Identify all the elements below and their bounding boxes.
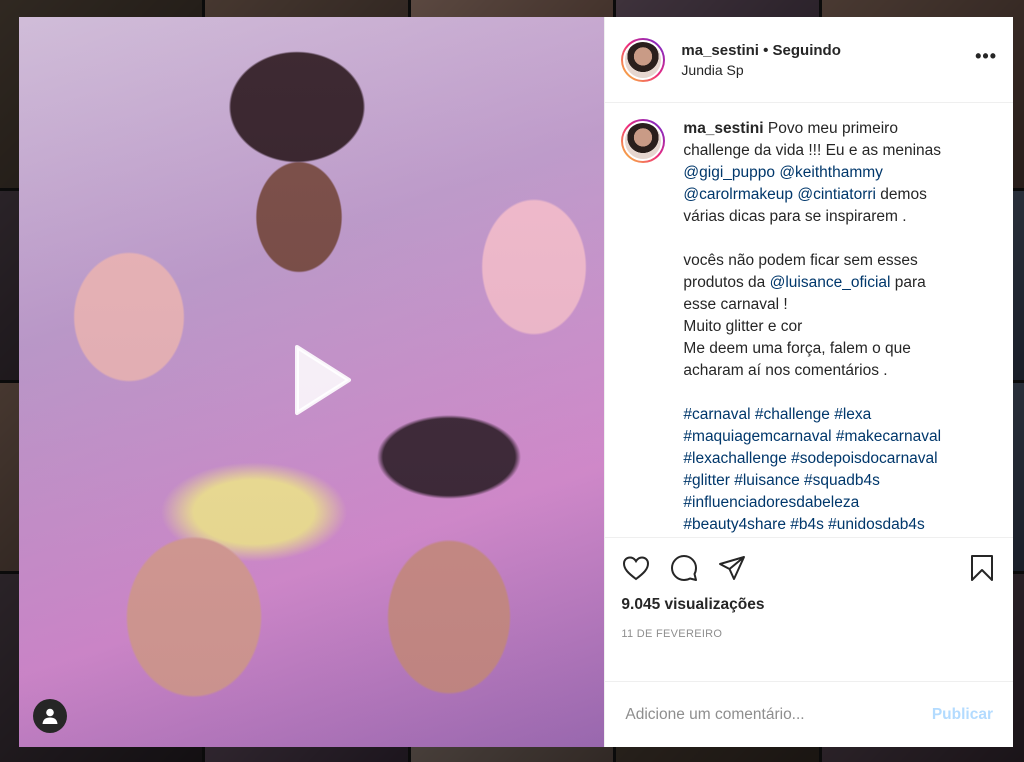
post-details-panel: ma_sestini • Seguindo Jundia Sp ••• ma_s…: [604, 17, 1013, 747]
header-title: ma_sestini • Seguindo: [681, 42, 975, 59]
user-icon: [42, 708, 58, 724]
share-button[interactable]: [717, 553, 747, 583]
comment-button[interactable]: [669, 553, 699, 583]
play-icon: [295, 345, 351, 415]
post-header: ma_sestini • Seguindo Jundia Sp •••: [605, 17, 1013, 103]
post-date[interactable]: 11 DE FEVEREIRO: [621, 628, 997, 640]
hashtag-line[interactable]: #glitter #luisance #squadb4s: [683, 470, 997, 492]
caption-text: challenge da vida !!! Eu e as meninas: [683, 142, 942, 159]
caption-text: vocês não podem ficar sem esses: [683, 252, 918, 269]
post-modal: ma_sestini • Seguindo Jundia Sp ••• ma_s…: [19, 17, 1013, 747]
post-comment-button[interactable]: Publicar: [932, 706, 993, 724]
caption-text: várias dicas para se inspirarem .: [683, 208, 907, 225]
caption-text: acharam aí nos comentários .: [683, 362, 888, 379]
caption-text: Me deem uma força, falem o que: [683, 340, 911, 357]
like-button[interactable]: [621, 553, 651, 583]
caption-area: ma_sestini Povo meu primeiro challenge d…: [605, 103, 1013, 537]
more-options-button[interactable]: •••: [975, 42, 997, 77]
hashtag-line[interactable]: #carnaval #challenge #lexa: [683, 404, 997, 426]
mention-link[interactable]: @gigi_puppo: [683, 164, 775, 181]
hashtag-line[interactable]: #lexachallenge #sodepoisdocarnaval: [683, 448, 997, 470]
mention-link[interactable]: @cintiatorri: [797, 186, 876, 203]
hashtag-line[interactable]: #maquiagemcarnaval #makecarnaval: [683, 426, 997, 448]
tagged-users-button[interactable]: [33, 699, 67, 733]
more-options-icon: •••: [975, 46, 997, 66]
action-icons: [621, 538, 997, 598]
caption-text: Povo meu primeiro: [767, 120, 898, 137]
share-icon: [719, 556, 746, 580]
post-caption: ma_sestini Povo meu primeiro challenge d…: [683, 118, 997, 537]
comment-icon: [671, 555, 698, 581]
caption-text: Muito glitter e cor: [683, 318, 803, 335]
caption-username[interactable]: ma_sestini: [683, 120, 763, 137]
play-button[interactable]: [275, 339, 357, 421]
caption-text: demos: [880, 186, 927, 203]
post-actions: 9.045 visualizações 11 DE FEVEREIRO Adic…: [605, 537, 1013, 747]
header-user-info: ma_sestini • Seguindo Jundia Sp: [681, 42, 975, 78]
bookmark-icon: [971, 555, 993, 581]
heart-icon: [623, 556, 650, 581]
comment-form: Adicione um comentário... Publicar: [605, 681, 1013, 747]
follow-status[interactable]: Seguindo: [773, 42, 841, 59]
mention-link[interactable]: @keiththammy: [779, 164, 883, 181]
hashtag-line[interactable]: #influenciadoresdabeleza: [683, 492, 997, 514]
comment-input[interactable]: Adicione um comentário...: [625, 706, 931, 724]
post-video[interactable]: [19, 17, 605, 747]
view-count[interactable]: 9.045 visualizações: [621, 596, 997, 614]
caption-text: produtos da: [683, 274, 766, 291]
caption-text: para: [894, 274, 926, 291]
header-username[interactable]: ma_sestini: [681, 42, 759, 59]
caption-text: esse carnaval !: [683, 296, 788, 313]
mention-link[interactable]: @carolrmakeup: [683, 186, 793, 203]
mention-link[interactable]: @luisance_oficial: [770, 274, 891, 291]
caption-avatar[interactable]: [621, 119, 666, 163]
location-link[interactable]: Jundia Sp: [681, 62, 975, 78]
save-button[interactable]: [967, 553, 997, 583]
avatar[interactable]: [621, 37, 666, 82]
header-separator: •: [758, 41, 773, 59]
hashtag-line[interactable]: #beauty4share #b4s #unidosdab4s: [683, 514, 997, 536]
